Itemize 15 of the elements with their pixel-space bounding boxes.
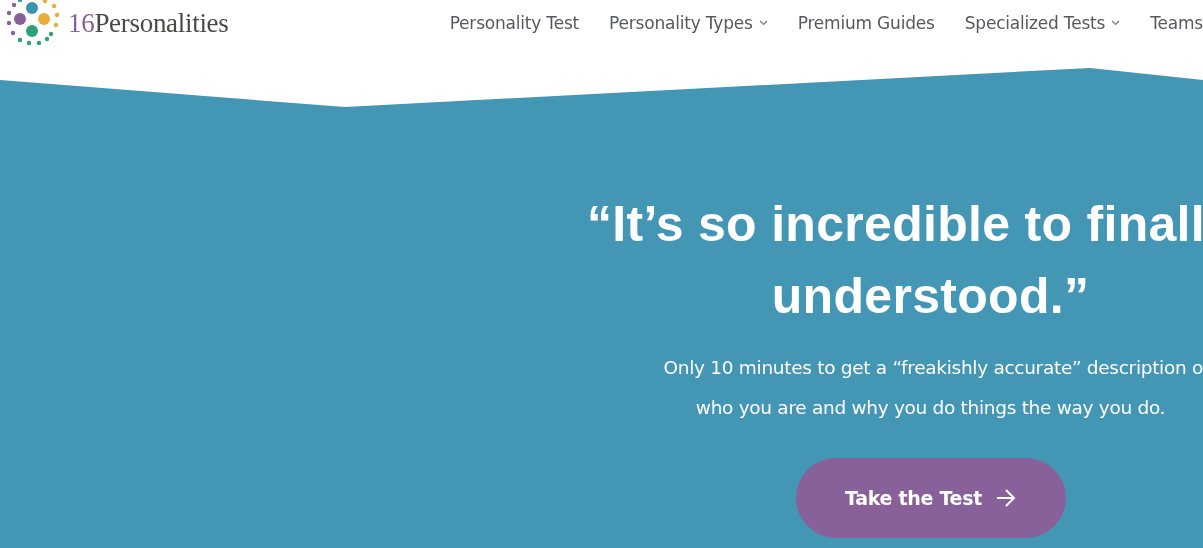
chevron-down-icon <box>758 20 768 26</box>
headline-line: understood.” <box>771 267 1090 326</box>
take-test-button[interactable]: Take the Test <box>795 458 1066 538</box>
nav-link[interactable]: Premium Guides <box>782 13 950 33</box>
nav-link[interactable]: Teams <box>1135 13 1203 33</box>
chevron-down-icon <box>1111 20 1121 26</box>
subtitle-line: Only 10 minutes to get a “freakishly accurate” description o <box>663 356 1203 380</box>
subtitle-line: who you are and why you do things the way you do. <box>695 396 1166 420</box>
arrow-right-icon <box>995 489 1016 507</box>
nav-link[interactable]: Personality Types <box>594 13 783 33</box>
headline-line: “It’s so incredible to finall <box>586 195 1203 254</box>
nav-link[interactable]: Specialized Tests <box>949 13 1136 33</box>
logo-icon <box>4 0 60 48</box>
nav-link[interactable]: Personality Test <box>434 13 595 33</box>
logo-wordmark[interactable]: 16Personalities <box>68 7 229 39</box>
